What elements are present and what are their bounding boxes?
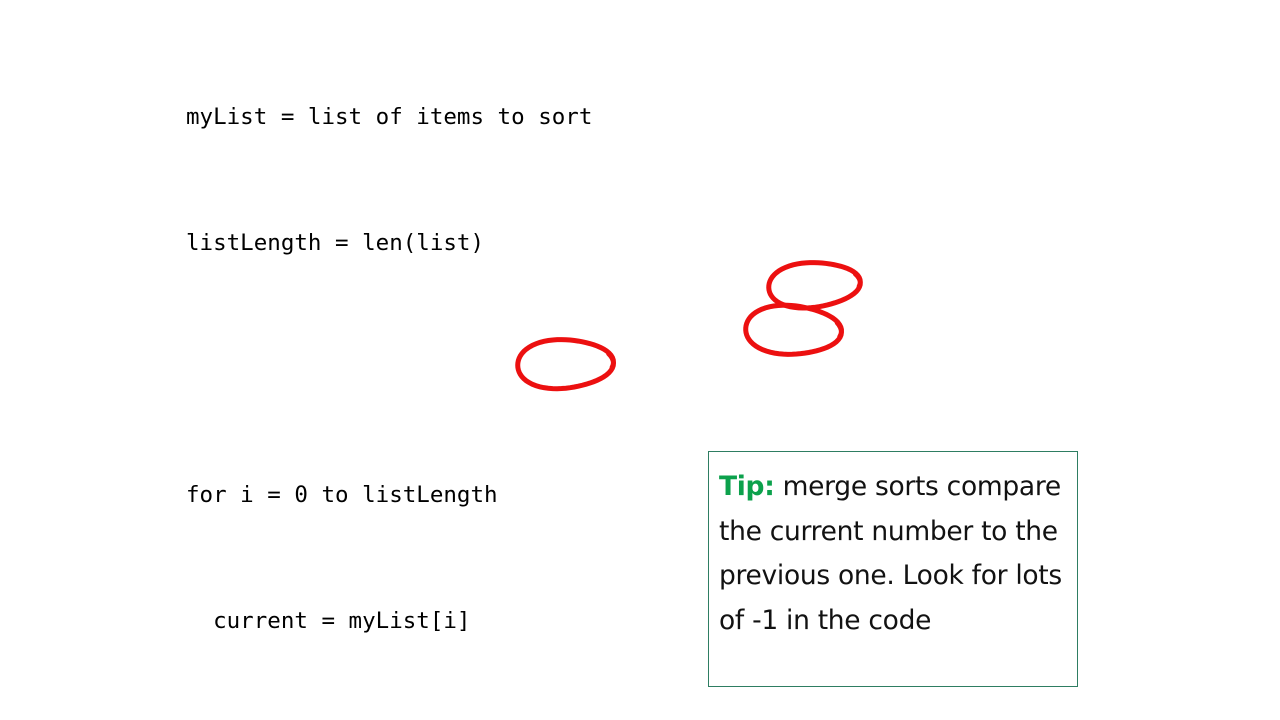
tip-label: Tip: <box>719 471 775 502</box>
code-line: listLength = len(list) <box>186 230 485 256</box>
tip-text: Tip: merge sorts compare the current num… <box>719 465 1063 643</box>
tip-callout-box: Tip: merge sorts compare the current num… <box>708 451 1078 687</box>
code-line: myList = list of items to sort <box>186 104 593 130</box>
slide-canvas: myList = list of items to sort listLengt… <box>0 0 1280 720</box>
